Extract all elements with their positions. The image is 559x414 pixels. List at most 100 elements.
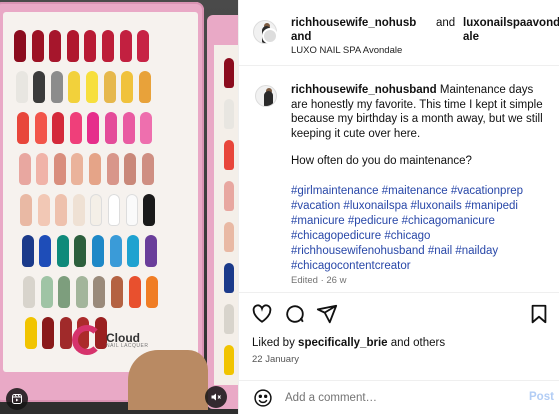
swatch-book-right-page: [214, 45, 238, 385]
nail-swatch: [137, 30, 150, 62]
logo-subtext: NAIL LACQUER: [106, 342, 149, 349]
nail-swatch: [224, 58, 234, 88]
share-icon[interactable]: [316, 303, 338, 325]
comment-input[interactable]: [285, 388, 515, 408]
edited-timestamp: Edited · 26 w: [291, 275, 347, 286]
nail-swatch: [103, 71, 116, 103]
nail-swatch: [68, 71, 81, 103]
post-sidebar: richhousewife_nohusb and luxonailspaavon…: [238, 0, 559, 414]
nail-swatch: [75, 276, 88, 308]
post-date[interactable]: 22 January: [252, 354, 299, 365]
caption: richhousewife_nohusband Maintenance days…: [239, 67, 559, 289]
nail-swatch: [224, 222, 234, 252]
nail-swatch: [72, 194, 85, 226]
nail-swatch: [146, 276, 159, 308]
nail-swatch: [69, 112, 82, 144]
nail-swatch: [124, 153, 137, 185]
comment-icon[interactable]: [284, 303, 306, 325]
nail-swatch: [125, 194, 138, 226]
post-header: richhousewife_nohusb and luxonailspaavon…: [239, 0, 559, 66]
logo-text: Cloud: [106, 330, 140, 345]
nail-swatch: [106, 153, 119, 185]
nail-swatch: [224, 181, 234, 211]
nail-swatch: [59, 317, 72, 349]
collaborator-avatar[interactable]: [262, 28, 278, 44]
nail-swatch: [34, 112, 47, 144]
nail-swatch: [224, 99, 234, 129]
post-button[interactable]: Post: [529, 391, 554, 403]
nail-swatch: [33, 71, 46, 103]
nail-swatch: [121, 71, 134, 103]
nail-swatch: [23, 276, 35, 308]
nail-swatch: [224, 304, 234, 334]
nail-swatch: [40, 276, 53, 308]
nail-swatch: [37, 194, 50, 226]
nail-swatch: [21, 235, 34, 267]
nail-swatch: [224, 263, 234, 293]
brand-logo: Cloud NAIL LACQUER: [72, 325, 149, 355]
location-link[interactable]: LUXO NAIL SPA Avondale: [291, 45, 402, 56]
nail-swatch: [66, 30, 79, 62]
collaborator-username-end[interactable]: ale: [463, 30, 479, 44]
emoji-icon[interactable]: [253, 388, 273, 413]
nail-swatch: [111, 276, 123, 308]
nail-swatch: [119, 30, 132, 62]
nail-swatch: [74, 235, 87, 267]
nail-swatch: [24, 317, 37, 349]
nail-swatch: [55, 194, 68, 226]
reels-icon[interactable]: [6, 388, 28, 410]
nail-swatch: [138, 71, 151, 103]
nail-swatch: [143, 194, 156, 226]
likes-summary: Liked by specifically_brie and others: [252, 337, 445, 349]
nail-swatch: [93, 276, 106, 308]
bookmark-icon[interactable]: [528, 303, 550, 325]
nail-swatch: [84, 30, 97, 62]
nail-swatch: [36, 153, 49, 185]
caption-avatar[interactable]: [255, 85, 277, 107]
caption-text: richhousewife_nohusband Maintenance days…: [291, 83, 549, 141]
nail-swatch: [102, 30, 114, 62]
post-authors: richhousewife_nohusb and luxonailspaavon…: [291, 16, 559, 44]
collaborator-username[interactable]: luxonailspaavond: [463, 16, 559, 30]
nail-swatch: [224, 140, 234, 170]
hashtags[interactable]: #girlmaintenance #maitenance #vacationpr…: [291, 184, 553, 274]
nail-swatch: [224, 345, 234, 375]
likes-user[interactable]: specifically_brie: [298, 337, 388, 349]
likes-suffix[interactable]: and others: [391, 337, 445, 349]
nail-swatch: [122, 112, 135, 144]
nail-swatch: [108, 194, 120, 226]
heart-icon[interactable]: [251, 303, 273, 325]
nail-swatch: [15, 71, 28, 103]
nail-swatch: [42, 317, 55, 349]
nail-swatch: [105, 112, 117, 144]
nail-swatch: [87, 112, 100, 144]
nail-swatch: [52, 112, 65, 144]
and-text: and: [436, 17, 456, 29]
nail-swatch: [49, 30, 62, 62]
post-media[interactable]: Cloud NAIL LACQUER: [0, 0, 238, 414]
nail-swatch: [39, 235, 52, 267]
nail-swatch: [18, 153, 31, 185]
nail-swatch: [128, 276, 141, 308]
comment-bar: Post: [239, 380, 559, 414]
nail-swatch: [127, 235, 140, 267]
caption-question: How often do you do maintenance?: [291, 155, 472, 167]
likes-prefix: Liked by: [252, 337, 295, 349]
nail-swatch: [109, 235, 122, 267]
nail-swatch: [140, 112, 153, 144]
nail-swatch: [85, 71, 98, 103]
caption-username[interactable]: richhousewife_nohusband: [291, 84, 437, 96]
nail-swatch: [56, 235, 69, 267]
nail-swatch: [14, 30, 26, 62]
hand: [128, 350, 208, 410]
nail-swatch: [90, 194, 103, 226]
nail-swatch: [58, 276, 71, 308]
nail-swatch: [53, 153, 66, 185]
author-username[interactable]: richhousewife_nohusb: [291, 17, 416, 29]
nail-swatch: [71, 153, 84, 185]
author-username-end[interactable]: and: [291, 31, 311, 43]
mute-icon[interactable]: [205, 386, 227, 408]
nail-swatch: [17, 112, 29, 144]
nail-swatch: [141, 153, 154, 185]
nail-swatch: [144, 235, 157, 267]
